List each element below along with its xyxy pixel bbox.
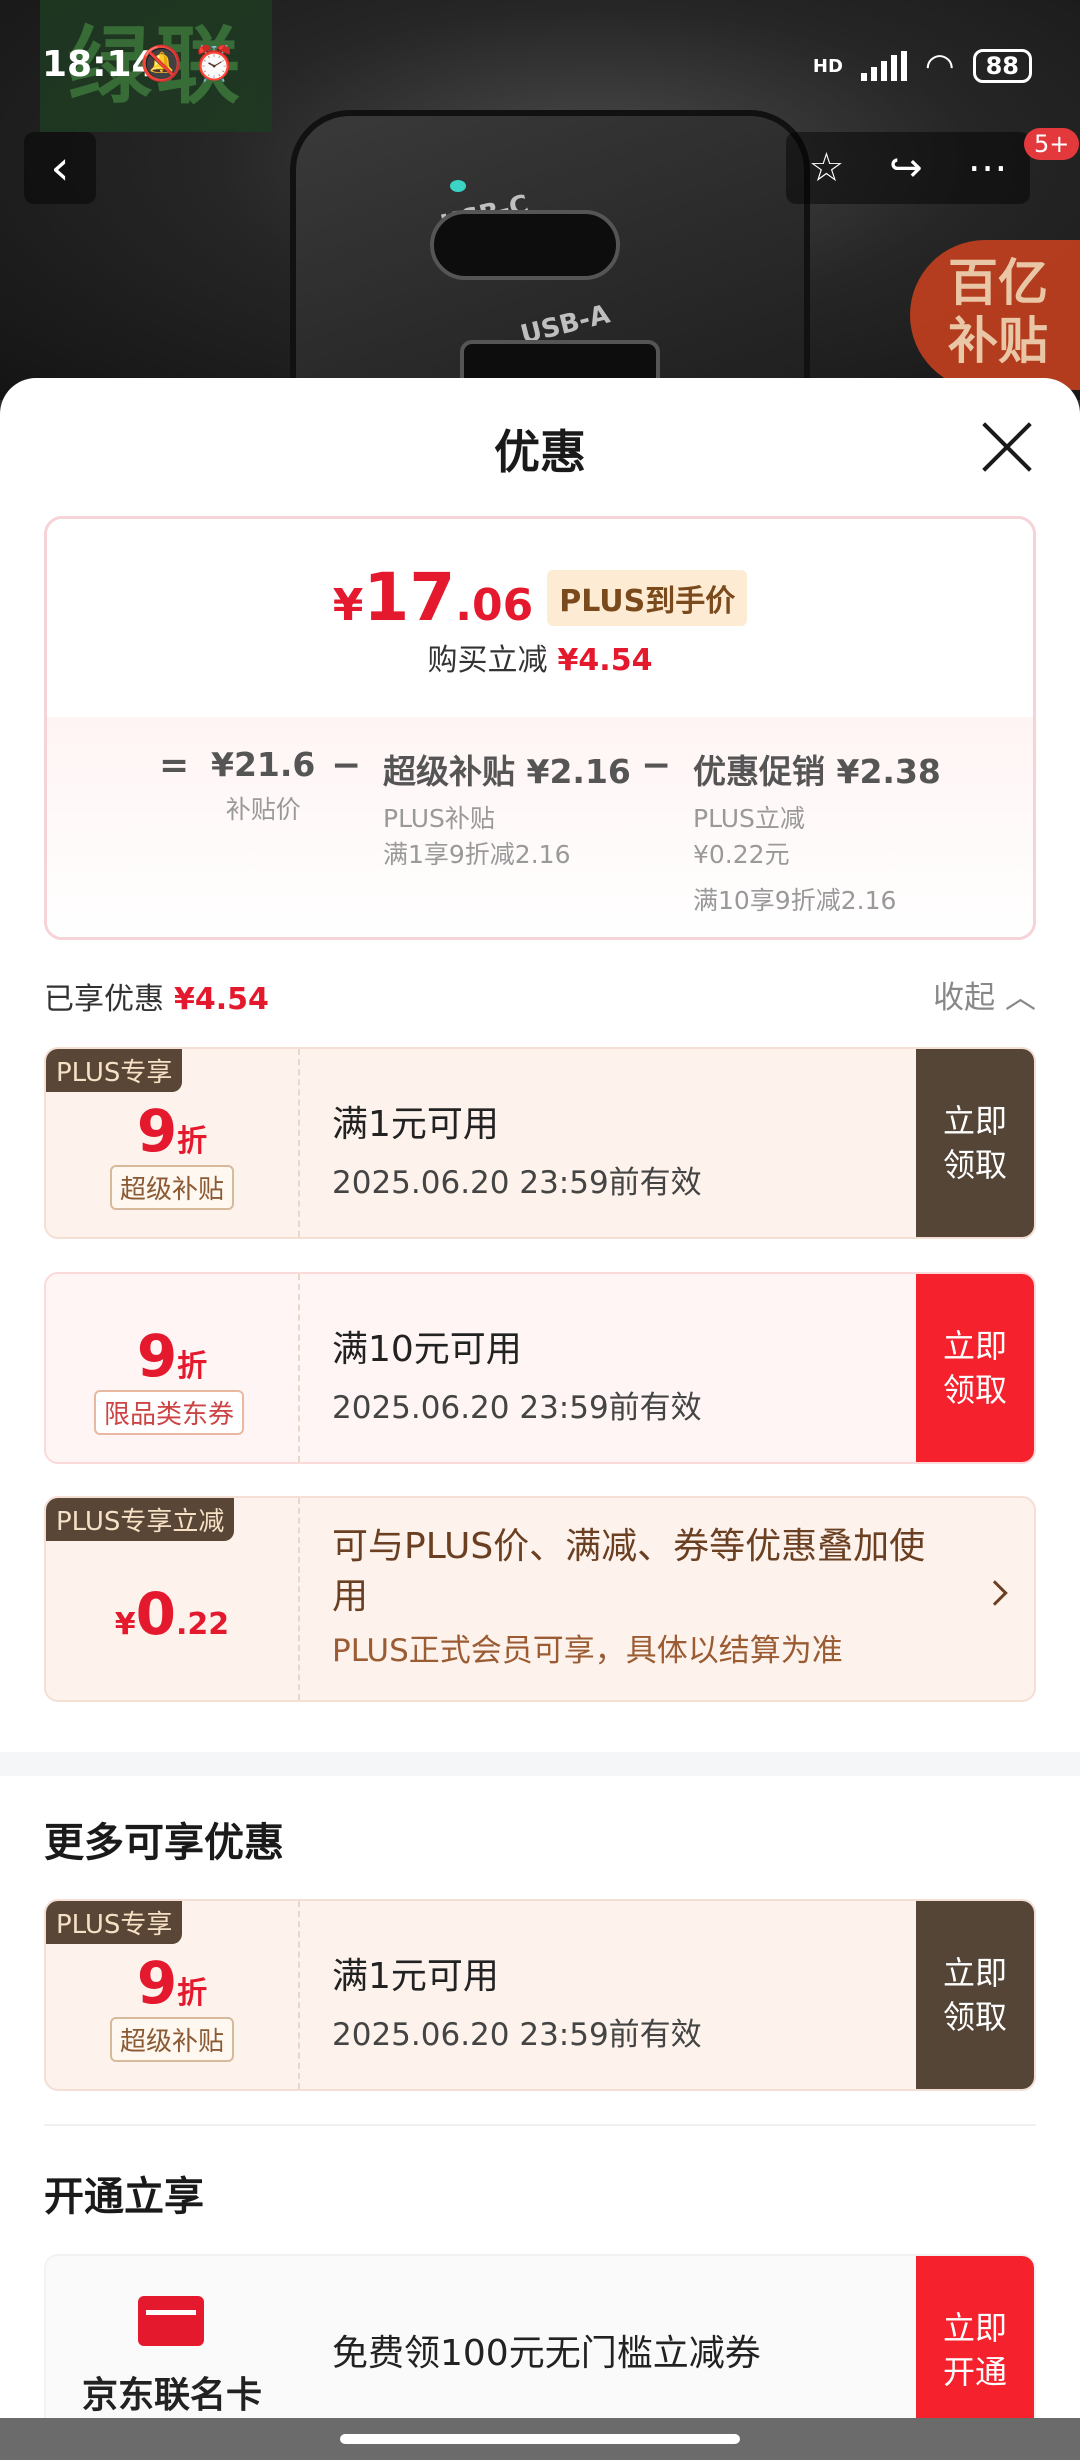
- subsidy-badge: 百亿 补贴: [910, 240, 1080, 390]
- claim-button[interactable]: 立即 领取: [916, 1049, 1034, 1237]
- plus-instant-cut-tag: PLUS专享立减: [46, 1498, 235, 1541]
- sheet-title: 优惠: [494, 425, 586, 479]
- status-bar: 18:14 🔕 ⏰ HD ◠ 88: [0, 0, 1080, 136]
- claim-button[interactable]: 立即 领取: [916, 1901, 1034, 2089]
- card-name: 京东联名卡: [81, 2375, 262, 2416]
- battery-icon: 88: [972, 49, 1032, 83]
- coupon-card: PLUS专享 9折 超级补贴 满1元可用 2025.06.20 23:59前有效…: [44, 1899, 1036, 2091]
- chevron-right-icon: [982, 1580, 1008, 1606]
- plus-instant-cut-card[interactable]: PLUS专享立减 ¥0.22 可与PLUS价、满减、券等优惠叠加使用 PLUS正…: [44, 1496, 1036, 1702]
- chevron-left-icon: ‹: [50, 140, 70, 196]
- plus-exclusive-tag: PLUS专享: [46, 1901, 183, 1944]
- wifi-icon: ◠: [924, 46, 955, 86]
- subsidy-badge-line2: 补贴: [948, 312, 1048, 370]
- reduce-line: 购买立减 ¥4.54: [427, 643, 653, 678]
- enjoyed-discount: 已享优惠 ¥4.54: [44, 982, 269, 1017]
- price-summary: ¥17.06 PLUS到手价 购买立减 ¥4.54 = ¥21.6 补贴价 − 超…: [44, 516, 1036, 940]
- usb-c-port: [430, 210, 620, 280]
- close-icon[interactable]: [978, 418, 1034, 474]
- section-gap: [0, 1752, 1080, 1776]
- plus-exclusive-tag: PLUS专享: [46, 1049, 183, 1092]
- divider: [44, 2124, 1036, 2126]
- subsidy-price: ¥21.6 补贴价: [211, 745, 316, 824]
- coupon-condition: 满1元可用 2025.06.20 23:59前有效: [332, 1956, 702, 2053]
- coupon-type-tag: 超级补贴: [110, 2017, 235, 2062]
- status-notify-icons: 🔕 ⏰: [140, 44, 236, 84]
- top-actions: ☆ ↪ ⋯: [786, 132, 1030, 204]
- signal-icon: [860, 51, 907, 81]
- price-breakdown: = ¥21.6 补贴价 − 超级补贴 ¥2.16 PLUS补贴 满1享9折减2.…: [47, 717, 1033, 937]
- final-price: ¥17.06: [332, 559, 534, 636]
- discount-value: 9折: [136, 1949, 208, 2017]
- collapse-toggle[interactable]: 收起 ︿: [933, 972, 1036, 1017]
- plus-cut-amount: ¥0.22: [114, 1580, 230, 1648]
- star-icon[interactable]: ☆: [808, 145, 844, 191]
- message-badge: 5+: [1024, 128, 1080, 160]
- subsidy-badge-line1: 百亿: [948, 254, 1048, 312]
- super-subsidy-detail: 超级补贴 ¥2.16 PLUS补贴 满1享9折减2.16: [383, 752, 631, 869]
- open-section-title: 开通立享: [44, 2174, 204, 2220]
- share-icon[interactable]: ↪: [889, 145, 923, 191]
- claim-button[interactable]: 立即 领取: [916, 1274, 1034, 1462]
- indicator-led: [450, 180, 466, 192]
- back-button[interactable]: ‹: [24, 132, 96, 204]
- coupon-condition: 满10元可用 2025.06.20 23:59前有效: [332, 1329, 702, 1426]
- coupon-card: PLUS专享 9折 超级补贴 满1元可用 2025.06.20 23:59前有效…: [44, 1047, 1036, 1239]
- charger-image: USB-C USB-A: [290, 110, 810, 400]
- coupon-card: 9折 限品类东券 满10元可用 2025.06.20 23:59前有效 立即 领取: [44, 1272, 1036, 1464]
- discount-value: 9折: [136, 1097, 208, 1165]
- card-promo-desc: 免费领100元无门槛立减券: [332, 2333, 761, 2374]
- coupon-type-tag: 超级补贴: [110, 1165, 235, 1210]
- discount-sheet: 优惠 ¥17.06 PLUS到手价 购买立减 ¥4.54 = ¥21.6 补贴价 …: [0, 378, 1080, 2460]
- more-offers-title: 更多可享优惠: [44, 1820, 284, 1866]
- promo-detail: 优惠促销 ¥2.38 PLUS立减 ¥0.22元 满10享9折减2.16: [693, 752, 941, 915]
- coupon-condition: 满1元可用 2025.06.20 23:59前有效: [332, 1104, 702, 1201]
- plus-price-tag: PLUS到手价: [547, 569, 748, 626]
- status-right: HD ◠ 88: [813, 46, 1032, 86]
- plus-cut-desc: 可与PLUS价、满减、券等优惠叠加使用 PLUS正式会员可享，具体以结算为准: [332, 1526, 926, 1669]
- open-card-button[interactable]: 立即 开通: [916, 2256, 1034, 2444]
- hd-indicator: HD: [812, 55, 843, 77]
- coupon-type-tag: 限品类东券: [94, 1390, 245, 1435]
- home-indicator[interactable]: [340, 2434, 740, 2444]
- chevron-up-icon: ︿: [1005, 980, 1036, 1016]
- more-icon[interactable]: ⋯: [968, 145, 1008, 191]
- credit-card-icon: [138, 2296, 204, 2346]
- discount-value: 9折: [136, 1322, 208, 1390]
